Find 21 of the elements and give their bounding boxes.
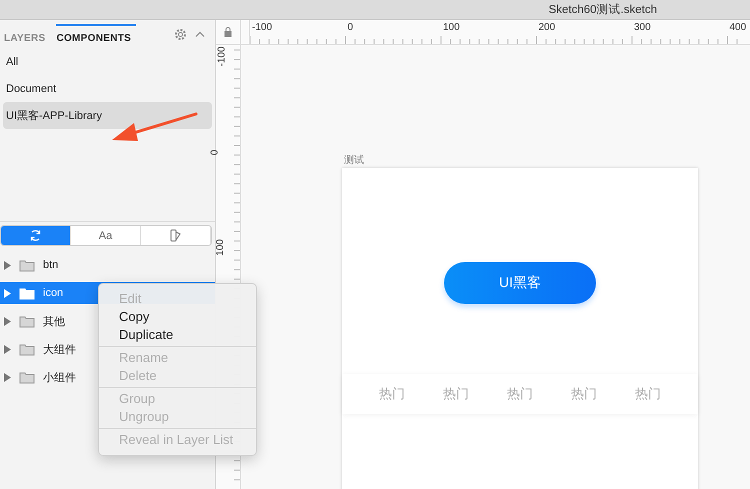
window-title: Sketch60测试.sketch: [548, 2, 657, 17]
ruler-label: 0: [209, 149, 220, 155]
tab-label: 热门: [443, 385, 469, 403]
tab-label: 热门: [571, 385, 597, 403]
ruler-label: -100: [216, 46, 228, 66]
folder-name: 小组件: [43, 370, 76, 384]
ruler-label: 200: [538, 22, 556, 33]
folder-name: btn: [43, 259, 58, 271]
ruler-label: 300: [634, 22, 651, 33]
ruler-label: 100: [443, 22, 460, 33]
ruler-label: 0: [348, 22, 354, 33]
ruler-label: 400: [730, 22, 746, 33]
folder-name: 大组件: [43, 342, 76, 356]
folder-name: 其他: [43, 314, 65, 328]
ruler-label: 100: [214, 239, 226, 256]
tab-label: 热门: [507, 385, 533, 403]
ruler-label: -100: [252, 22, 272, 33]
tab-label: 热门: [635, 385, 661, 403]
folder-name: icon: [43, 287, 64, 299]
artboard-title: 测试: [344, 154, 364, 167]
tab-label: 热门: [379, 385, 405, 403]
